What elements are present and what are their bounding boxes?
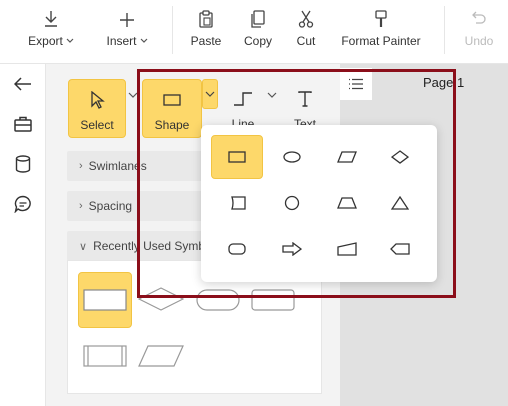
recent-parallelogram[interactable] [138,345,184,372]
export-label: Export [28,34,63,48]
scissors-icon [298,6,314,28]
recent-label: Recently Used Symb [93,239,206,253]
rounded-rectangle-icon [196,289,240,311]
display-icon [390,243,410,255]
toolbox-icon [14,116,32,132]
select-label: Select [80,118,114,132]
insert-button[interactable]: Insert [101,6,153,48]
shape-ellipse[interactable] [266,135,318,179]
paste-label: Paste [190,34,222,48]
recent-rounded-corner-rectangle[interactable] [251,289,295,316]
toolbar-divider [444,6,445,54]
parallelogram-icon [138,345,184,367]
rectangle-icon [83,289,127,311]
data-button[interactable] [0,144,46,184]
cursor-icon [89,90,105,110]
spacing-label: Spacing [88,199,133,213]
diamond-icon [391,150,409,164]
recent-diamond[interactable] [137,287,185,316]
app-root: Export Insert Paste Copy Cut Format Pain… [0,0,508,406]
predefined-process-icon [83,345,127,367]
toolbar-divider [172,6,173,54]
recent-process[interactable] [83,345,127,372]
library-button[interactable] [0,104,46,144]
undo-button[interactable]: Undo [462,6,496,48]
circle-icon [284,195,300,211]
select-tool[interactable]: Select [68,79,126,138]
shape-parallelogram[interactable] [321,135,373,179]
list-icon [349,78,363,90]
undo-icon [471,6,487,28]
shape-rectangle[interactable] [211,135,263,179]
brush-icon [374,6,388,28]
arrow-left-icon [14,77,31,91]
comment-icon [14,195,31,213]
chevron-down-icon [66,38,74,43]
format-painter-label: Format Painter [341,34,421,48]
shape-tape[interactable] [211,181,263,225]
rectangle-icon [228,151,246,163]
plus-icon [119,6,135,28]
shape-diamond[interactable] [374,135,426,179]
left-rail [0,64,46,406]
page-name[interactable]: Page 1 [423,75,464,90]
rounded-rectangle-icon [228,243,246,255]
chevron-down-icon[interactable] [128,92,138,99]
paste-button[interactable]: Paste [188,6,224,48]
download-icon [43,6,59,28]
database-icon [15,155,31,173]
diamond-icon [137,287,185,311]
cut-button[interactable]: Cut [294,6,318,48]
pages-menu-button[interactable] [340,68,372,100]
chevron-right-icon: › [79,200,83,212]
rectangle-icon [163,90,181,110]
shape-dropdown-toggle[interactable] [202,79,218,109]
recent-rounded-rectangle[interactable] [196,289,240,316]
clipboard-icon [198,6,214,28]
ellipse-icon [283,151,301,163]
triangle-icon [391,196,409,210]
insert-label: Insert [106,34,137,48]
stored-data-icon [231,196,246,210]
copy-icon [250,6,266,28]
shape-label: Shape [154,118,190,132]
chevron-down-icon [205,91,215,97]
back-button[interactable] [0,64,46,104]
chevron-down-icon: ∨ [79,240,88,253]
format-painter-button[interactable]: Format Painter [340,6,422,48]
undo-label: Undo [464,34,494,48]
shape-arrow-right[interactable] [266,227,318,271]
shape-trapezoid[interactable] [321,181,373,225]
shape-circle[interactable] [266,181,318,225]
arrow-right-icon [282,242,302,256]
rectangle-icon [251,289,295,311]
chevron-down-icon[interactable] [267,92,277,99]
text-icon [298,89,312,109]
chevron-right-icon: › [79,160,83,172]
export-button[interactable]: Export [24,6,78,48]
cut-label: Cut [296,34,316,48]
parallelogram-icon [337,151,357,163]
swimlanes-label: Swimlanes [88,159,147,173]
shape-picker-popup [201,125,437,282]
copy-button[interactable]: Copy [241,6,275,48]
shape-manual-input[interactable] [321,227,373,271]
main-toolbar: Export Insert Paste Copy Cut Format Pain… [0,0,508,64]
recent-rectangle[interactable] [78,272,132,328]
shape-display[interactable] [374,227,426,271]
shape-tool[interactable]: Shape [142,79,202,138]
shape-triangle[interactable] [374,181,426,225]
trapezoid-icon [337,197,357,209]
chevron-down-icon [140,38,147,43]
shape-rounded-rectangle[interactable] [211,227,263,271]
copy-label: Copy [243,34,272,48]
connector-line-icon [233,89,253,109]
comments-button[interactable] [0,184,46,224]
manual-input-icon [337,242,357,256]
